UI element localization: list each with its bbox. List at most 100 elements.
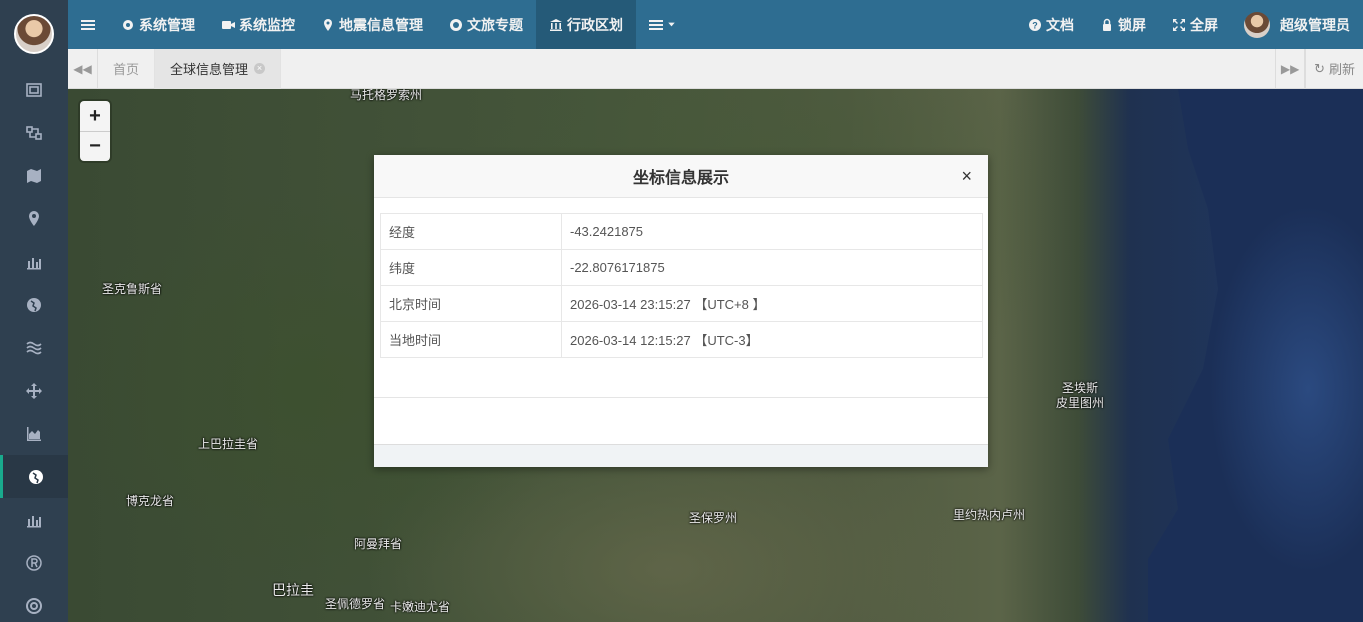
- sidebar-item-help[interactable]: [0, 584, 68, 622]
- caret-down-icon: [668, 22, 675, 27]
- modal-close-button[interactable]: ×: [961, 167, 972, 185]
- tabs-scroll-right-button[interactable]: ▶▶: [1275, 48, 1306, 89]
- modal-bottom-strip: [374, 445, 988, 467]
- table-key: 纬度: [380, 249, 562, 286]
- list-icon: [649, 19, 663, 30]
- waves-icon: [26, 341, 42, 354]
- map-label: 圣克鲁斯省: [102, 282, 163, 296]
- frame-icon: [26, 82, 42, 97]
- nav-item-tourism[interactable]: 文旅专题: [436, 0, 536, 49]
- docs-label: 文档: [1046, 16, 1074, 33]
- nav-item-label: 地震信息管理: [339, 16, 423, 33]
- table-row: 北京时间 2026-03-14 23:15:27 【UTC+8 】: [380, 285, 983, 322]
- lock-screen-button[interactable]: 锁屏: [1087, 0, 1159, 49]
- coordinate-info-modal: 坐标信息展示 × 经度 -43.2421875 纬度 -22.807617187…: [374, 155, 988, 467]
- avatar[interactable]: [14, 14, 54, 54]
- tab-label: 全球信息管理: [170, 62, 249, 77]
- ocean-area: [1148, 89, 1363, 622]
- sidebar-item-waves[interactable]: [0, 326, 68, 369]
- registered-icon: [26, 554, 42, 571]
- lifebuoy-icon: [26, 597, 42, 614]
- table-row: 当地时间 2026-03-14 12:15:27 【UTC-3】: [380, 321, 983, 358]
- tabs-right-group: ▶▶ ↻ 刷新: [1275, 48, 1363, 89]
- sidebar-item-stats[interactable]: [0, 240, 68, 283]
- fullscreen-label: 全屏: [1190, 16, 1218, 33]
- menu-toggle-button[interactable]: [68, 0, 108, 49]
- tab-global-info[interactable]: 全球信息管理 ×: [155, 48, 282, 89]
- expand-arrows-icon: [1173, 18, 1185, 31]
- sidebar-item-area-chart[interactable]: [0, 412, 68, 455]
- table-value: -43.2421875: [561, 213, 983, 250]
- sidebar-item-map[interactable]: [0, 154, 68, 197]
- zoom-out-button[interactable]: −: [80, 131, 110, 161]
- table-row: 经度 -43.2421875: [380, 213, 983, 250]
- nav-item-label: 系统监控: [239, 16, 295, 33]
- map-label: 卡嫩迪尤省: [390, 600, 451, 614]
- hamburger-icon: [81, 19, 95, 30]
- map-label: 巴拉圭: [272, 582, 314, 598]
- video-camera-icon: [222, 20, 235, 29]
- fullscreen-button[interactable]: 全屏: [1159, 0, 1231, 49]
- lifebuoy-icon: [450, 18, 462, 31]
- table-key: 经度: [380, 213, 562, 250]
- globe-icon: [28, 469, 43, 484]
- nav-item-earthquake[interactable]: 地震信息管理: [308, 0, 436, 49]
- modal-title: 坐标信息展示: [632, 170, 729, 187]
- map-label: 马托格罗索州: [350, 89, 423, 102]
- top-right-group: ? 文档 锁屏 全屏 超级管理员: [1015, 0, 1363, 49]
- question-circle-icon: ?: [1029, 18, 1041, 31]
- table-value: -22.8076171875: [561, 249, 983, 286]
- area-chart-icon: [27, 426, 41, 441]
- page-tabs-bar: ◀◀ 首页 全球信息管理 × ▶▶ ↻ 刷新: [68, 48, 1363, 89]
- refresh-button[interactable]: ↻ 刷新: [1305, 48, 1363, 89]
- modal-footer: [374, 398, 988, 445]
- sidebar-item-globe[interactable]: [0, 283, 68, 326]
- nav-item-system-admin[interactable]: 系统管理: [108, 0, 208, 49]
- sidebar-item-frame[interactable]: [0, 68, 68, 111]
- map-label: 里约热内卢州: [953, 508, 1026, 522]
- location-pin-icon: [29, 210, 39, 226]
- double-chevron-right-icon: ▶▶: [1280, 61, 1300, 76]
- nav-item-admin-division[interactable]: 行政区划: [536, 0, 636, 49]
- sidebar: [0, 0, 68, 622]
- user-name: 超级管理员: [1280, 16, 1350, 33]
- user-avatar: [1244, 11, 1270, 38]
- gear-icon: [123, 19, 133, 30]
- user-menu[interactable]: 超级管理员: [1231, 0, 1363, 49]
- table-key: 当地时间: [380, 321, 562, 358]
- map-label: 圣佩德罗省: [325, 597, 386, 611]
- map-label: 皮里图州: [1056, 396, 1105, 410]
- docs-button[interactable]: ? 文档: [1015, 0, 1087, 49]
- nav-item-label: 行政区划: [567, 16, 623, 33]
- zoom-in-button[interactable]: +: [80, 101, 110, 131]
- sidebar-item-location[interactable]: [0, 197, 68, 240]
- nav-item-system-monitor[interactable]: 系统监控: [208, 0, 308, 49]
- refresh-label: 刷新: [1328, 62, 1355, 77]
- sidebar-item-move[interactable]: [0, 369, 68, 412]
- top-navbar: 系统管理 系统监控 地震信息管理 文旅专题 行政区划 ? 文档 锁屏 全屏 超级…: [68, 0, 1363, 49]
- globe-icon: [27, 297, 41, 312]
- svg-text:?: ?: [1032, 20, 1038, 30]
- map-label: 上巴拉圭省: [198, 437, 259, 451]
- map-icon: [27, 168, 41, 183]
- sidebar-item-report[interactable]: [0, 498, 68, 541]
- sidebar-item-nodes[interactable]: [0, 111, 68, 154]
- coordinate-table: 经度 -43.2421875 纬度 -22.8076171875 北京时间 20…: [380, 213, 983, 358]
- tab-label: 首页: [113, 62, 140, 77]
- bar-chart-icon: [27, 257, 41, 269]
- tabs-scroll-left-button[interactable]: ◀◀: [68, 48, 98, 89]
- lock-screen-label: 锁屏: [1118, 16, 1146, 33]
- nav-item-label: 文旅专题: [467, 16, 523, 33]
- nav-more-dropdown[interactable]: [636, 0, 689, 49]
- table-value: 2026-03-14 12:15:27 【UTC-3】: [561, 321, 983, 358]
- modal-body: 经度 -43.2421875 纬度 -22.8076171875 北京时间 20…: [374, 198, 988, 398]
- close-icon[interactable]: ×: [254, 63, 266, 74]
- sidebar-item-global-info[interactable]: [0, 455, 68, 498]
- sidebar-item-registered[interactable]: [0, 541, 68, 584]
- modal-header: 坐标信息展示 ×: [374, 155, 988, 198]
- tab-home[interactable]: 首页: [98, 48, 156, 89]
- table-key: 北京时间: [380, 285, 562, 322]
- move-arrows-icon: [26, 382, 42, 399]
- map-pin-icon: [324, 18, 332, 31]
- sidebar-avatar-wrap: [0, 0, 68, 68]
